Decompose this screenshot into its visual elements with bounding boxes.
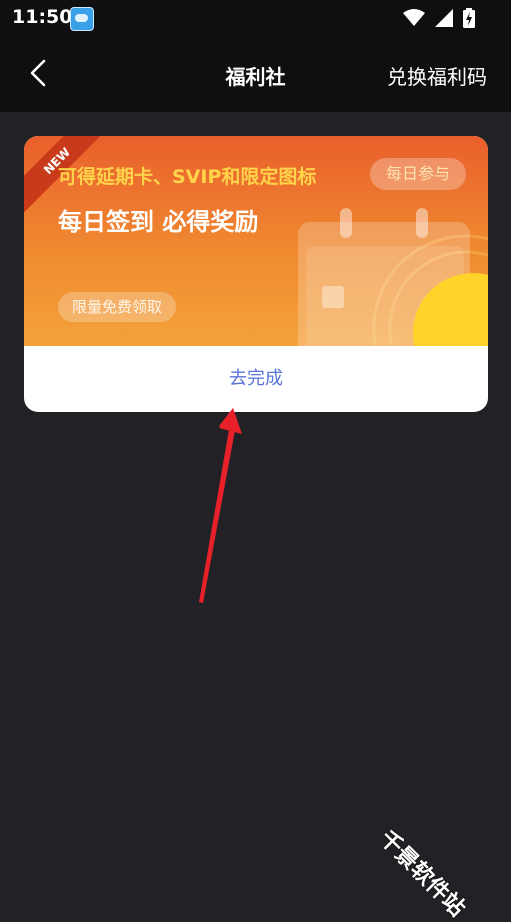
status-time: 11:50 [12,6,73,28]
calendar-illustration-icon [298,208,488,346]
battery-icon [463,8,475,28]
checkin-headline: 每日签到 必得奖励 [58,208,259,236]
app-notification-icon [70,7,94,31]
daily-join-button[interactable]: 每日参与 [369,158,466,190]
watermark: 千景软件站 [374,826,470,922]
wifi-icon [403,9,425,26]
top-navigation-bar: 福利社 兑换福利码 [0,36,511,112]
status-icons [403,8,475,28]
daily-checkin-card: NEW 可得延期卡、SVIP和限定图标 每日参与 每日签到 必得奖励 限量免费领… [24,136,488,412]
status-bar: 11:50 [0,0,511,36]
limited-free-badge: 限量免费领取 [58,292,177,322]
reward-subtitle: 可得延期卡、SVIP和限定图标 [58,166,317,188]
card-banner: NEW 可得延期卡、SVIP和限定图标 每日参与 每日签到 必得奖励 限量免费领… [24,136,488,346]
redeem-code-link[interactable]: 兑换福利码 [387,61,487,90]
signal-icon [435,9,453,27]
go-complete-button[interactable]: 去完成 [24,346,488,412]
